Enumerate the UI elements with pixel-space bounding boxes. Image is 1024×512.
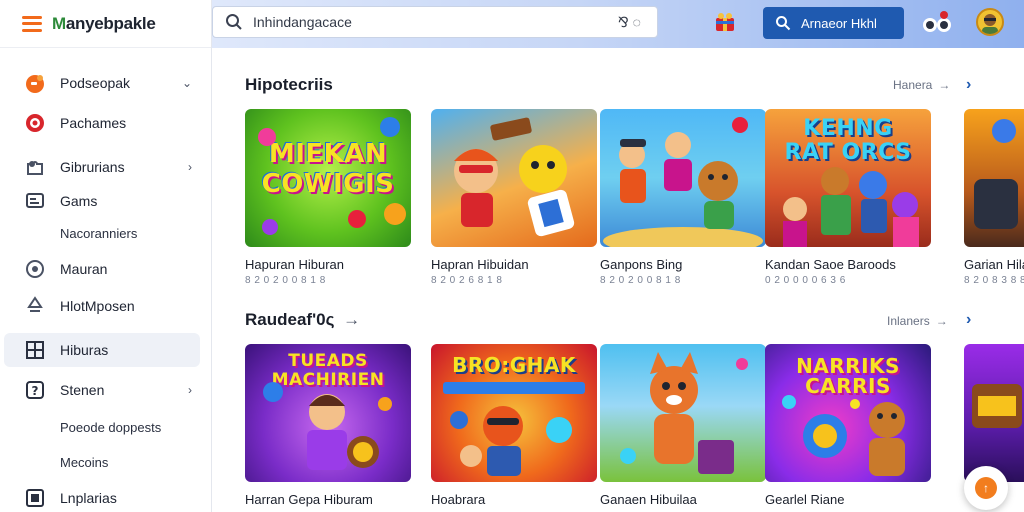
section-title-1: Hipotecriis [245, 75, 333, 94]
app-logo[interactable]: Manyebpakle [52, 14, 156, 34]
game-title: Hoabrara [431, 492, 486, 507]
search-icon [226, 14, 242, 30]
character-art [972, 384, 1022, 428]
section-title-2: Raudeaf'0ς → [245, 310, 360, 330]
character-art [783, 167, 919, 247]
game-thumbnail: MIEKAN COWIGIS [245, 109, 411, 247]
game-card[interactable]: KEHNG RAT ORCS Kandan Saoe Baroods 0 2 0… [765, 109, 931, 286]
sidebar-subitem-nacoranniers[interactable]: Nacoranniers [60, 226, 137, 241]
arrow-right-icon: → [938, 78, 951, 92]
game-card[interactable]: MIEKAN COWIGIS Hapuran Hiburan 8 2 0 2 0… [245, 109, 411, 286]
menu-icon[interactable] [22, 15, 42, 32]
game-title: Hapuran Hiburan [245, 257, 345, 272]
game-meta: 8 2 0 2 0 0 8 1 8 [245, 275, 326, 286]
notifications-icon[interactable] [920, 10, 958, 36]
search-input[interactable]: Inhindangacace ⅋ ◌ [212, 6, 658, 38]
gift-icon[interactable] [714, 12, 736, 32]
sidebar: Manyebpakle Podseopak ⌄ Pachames Gibruri… [0, 0, 212, 512]
search-tools-icon[interactable]: ⅋ ◌ [618, 14, 641, 31]
section-title-2-text: Raudeaf'0ς [245, 310, 335, 329]
disc-icon [24, 258, 46, 280]
see-all-link-2[interactable]: Inlaners → [887, 314, 948, 328]
grid-icon [24, 339, 46, 361]
sidebar-item-mauran[interactable]: Mauran [4, 252, 200, 286]
character-art [974, 119, 1018, 229]
arrow-up-icon: ↑ [975, 477, 997, 499]
scroll-top-button[interactable]: ↑ [964, 466, 1008, 510]
arrow-right-icon: → [935, 314, 948, 328]
game-title: Hapran Hibuidan [431, 257, 529, 272]
game-title: Harran Gepa Hiburam [245, 492, 373, 507]
character-art [443, 382, 585, 476]
sidebar-subitem-mecoins[interactable]: Mecoins [60, 455, 108, 470]
puzzle-icon [24, 156, 46, 178]
candy-decoration [258, 117, 406, 235]
avatar[interactable] [976, 8, 1004, 36]
game-thumbnail: TUEADS MACHIRIEN [245, 344, 411, 482]
sidebar-item-stenen[interactable]: ? Stenen › [4, 373, 200, 407]
sidebar-item-gibrurians[interactable]: Gibrurians › [4, 150, 200, 184]
sidebar-item-pachames[interactable]: Pachames [4, 106, 200, 140]
game-controller-icon [24, 72, 46, 94]
game-thumbnail [600, 344, 766, 482]
account-button-label: Arnaeor Hkhl [801, 15, 877, 31]
game-title: Ganaen Hibuilaa [600, 492, 697, 507]
game-meta: 8 2 0 2 0 0 8 1 8 [600, 275, 681, 286]
character-art [603, 117, 763, 247]
game-card[interactable]: BRO:GHAK Hoabrara [431, 344, 597, 507]
carousel-next-button[interactable]: › [966, 311, 971, 329]
game-title: Ganpons Bing [600, 257, 683, 272]
game-title: Garian Hilan [964, 257, 1024, 272]
game-card[interactable]: Garian Hilan 8 2 0 8 3 8 8 8 [964, 109, 1024, 286]
sidebar-item-hlotmposen[interactable]: HlotMposen [4, 289, 200, 323]
see-all-link-1[interactable]: Hanera → [893, 78, 950, 92]
game-thumbnail [431, 109, 597, 247]
arrow-right-icon[interactable]: → [343, 310, 360, 329]
game-card[interactable]: Hapran Hibuidan 8 2 0 2 6 8 1 8 [431, 109, 597, 286]
top-bar: Inhindangacace ⅋ ◌ Arnaeor Hkhl [212, 0, 1024, 48]
screen-icon [24, 487, 46, 509]
game-thumbnail [964, 109, 1024, 247]
game-thumbnail [600, 109, 766, 247]
game-meta: 8 2 0 8 3 8 8 8 [964, 275, 1024, 286]
game-thumbnail [964, 344, 1024, 482]
character-art [782, 395, 905, 476]
character-art [454, 117, 575, 237]
game-title: Kandan Saoe Baroods [765, 257, 896, 272]
help-icon: ? [24, 379, 46, 401]
sidebar-item-podseopak[interactable]: Podseopak ⌄ [4, 66, 200, 100]
sidebar-subitem-poeode-doppests[interactable]: Poeode doppests [60, 420, 161, 435]
game-card[interactable]: Ganpons Bing 8 2 0 2 0 0 8 1 8 [600, 109, 766, 286]
chevron-right-icon[interactable]: › [188, 160, 192, 174]
svg-text:?: ? [32, 384, 39, 398]
character-art [620, 352, 748, 474]
brand-bar: Manyebpakle [0, 0, 211, 48]
card-icon [24, 190, 46, 212]
target-icon [24, 112, 46, 134]
game-title: Gearlel Riane [765, 492, 845, 507]
sidebar-item-gams[interactable]: Gams [4, 184, 200, 218]
account-button[interactable]: Arnaeor Hkhl [763, 7, 904, 39]
search-value: Inhindangacace [253, 14, 352, 30]
sidebar-item-hiburas[interactable]: Hiburas [4, 333, 200, 367]
see-all-label: Hanera [893, 78, 933, 92]
search-icon [776, 16, 791, 31]
game-thumbnail: BRO:GHAK [431, 344, 597, 482]
chevron-down-icon[interactable]: ⌄ [182, 76, 192, 90]
game-card[interactable]: NARRIKS CARRIS Gearlel Riane [765, 344, 931, 507]
game-meta: 0 2 0 0 0 0 6 3 6 [765, 275, 846, 286]
see-all-label: Inlaners [887, 314, 930, 328]
game-card[interactable]: Ganaen Hibuilaa [600, 344, 766, 507]
recycle-icon [24, 295, 46, 317]
sidebar-item-lnplarias[interactable]: Lnplarias [4, 481, 200, 512]
game-thumbnail: KEHNG RAT ORCS [765, 109, 931, 247]
carousel-next-button[interactable]: › [966, 76, 971, 94]
chevron-right-icon[interactable]: › [188, 383, 192, 397]
game-meta: 8 2 0 2 6 8 1 8 [431, 275, 503, 286]
character-art [263, 382, 392, 470]
game-thumbnail: NARRIKS CARRIS [765, 344, 931, 482]
game-card[interactable]: TUEADS MACHIRIEN Harran Gepa Hiburam [245, 344, 411, 507]
